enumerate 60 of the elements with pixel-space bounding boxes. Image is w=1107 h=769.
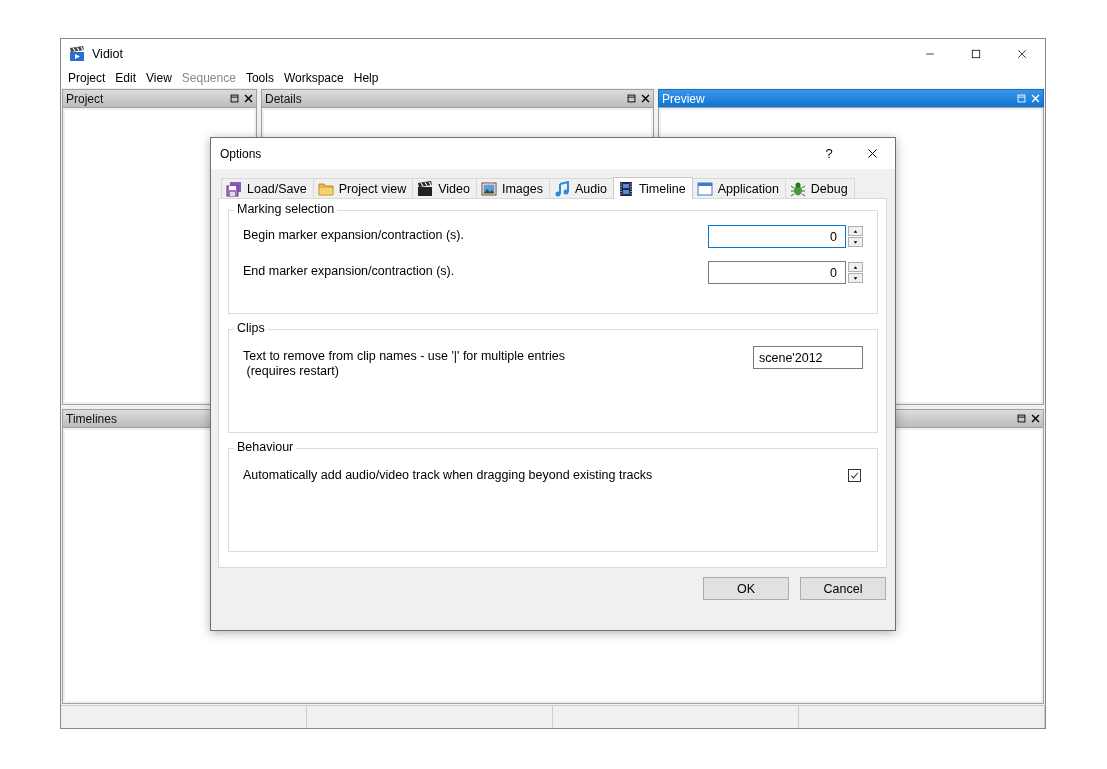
dialog-title: Options [220, 146, 262, 161]
menu-item[interactable]: Help [348, 71, 384, 85]
down-arrow-icon [852, 238, 859, 246]
close-icon[interactable] [640, 93, 651, 104]
tab[interactable]: Project view [312, 178, 414, 198]
option-label: Begin marker expansion/contraction (s). [243, 227, 464, 243]
group-title: Clips [234, 321, 268, 335]
close-icon[interactable] [243, 93, 254, 104]
maximize-icon [970, 47, 982, 60]
restore-icon[interactable] [1016, 413, 1027, 424]
pane-title: Preview [662, 91, 705, 106]
window-icon [696, 180, 713, 197]
dialog-button[interactable]: Cancel [800, 577, 886, 600]
option-label: End marker expansion/contraction (s). [243, 263, 455, 279]
spin-up-button[interactable] [848, 262, 863, 272]
music-note-icon [553, 180, 570, 197]
spin-down-button[interactable] [848, 273, 863, 283]
text-field[interactable]: scene'2012 [753, 346, 863, 369]
film-strip-icon [617, 180, 634, 197]
restore-icon[interactable] [626, 93, 637, 104]
menu-item[interactable]: Tools [240, 71, 279, 85]
tab[interactable]: Video [412, 178, 477, 198]
number-field[interactable]: 0 [708, 261, 846, 284]
up-arrow-icon [852, 263, 859, 271]
option-label: Text to remove from clip names - use '|' for multiple entries (requires restart) [243, 348, 566, 379]
clapperboard-icon [69, 45, 85, 62]
down-arrow-icon [852, 274, 859, 282]
close-icon[interactable] [1030, 413, 1041, 424]
pane-title: Details [265, 91, 302, 106]
option-label: Automatically add audio/video track when dragging beyond existing tracks [243, 467, 653, 483]
menu-item[interactable]: Workspace [278, 71, 349, 85]
window-title: Vidiot [92, 46, 124, 61]
group-title: Marking selection [234, 202, 338, 216]
group-title: Behaviour [234, 440, 297, 454]
spin-up-button[interactable] [848, 226, 863, 236]
checkbox[interactable] [848, 469, 861, 482]
up-arrow-icon [852, 227, 859, 235]
pane-title: Project [66, 91, 104, 106]
tab[interactable]: Images [475, 178, 550, 198]
spin-down-button[interactable] [848, 237, 863, 247]
tab[interactable]: Application [691, 178, 786, 198]
menu-item[interactable]: Project [63, 71, 111, 85]
picture-icon [480, 180, 497, 197]
restore-icon[interactable] [229, 93, 240, 104]
tab[interactable]: Timeline [612, 177, 693, 199]
tab[interactable]: Audio [548, 178, 614, 198]
number-field[interactable]: 0 [708, 225, 846, 248]
help-button[interactable]: ? [814, 146, 844, 161]
pane-title: Timelines [66, 411, 117, 426]
menu-item[interactable]: View [141, 71, 177, 85]
folder-icon [317, 180, 334, 197]
tab[interactable]: Load/Save [221, 178, 314, 198]
check-icon [849, 470, 860, 481]
menu-item[interactable]: Edit [110, 71, 142, 85]
tab[interactable]: Debug [784, 178, 855, 198]
close-icon [865, 147, 879, 160]
dialog-button[interactable]: OK [703, 577, 789, 600]
close-icon [1016, 47, 1028, 60]
bug-icon [789, 180, 806, 197]
clapperboard-icon [417, 180, 434, 197]
